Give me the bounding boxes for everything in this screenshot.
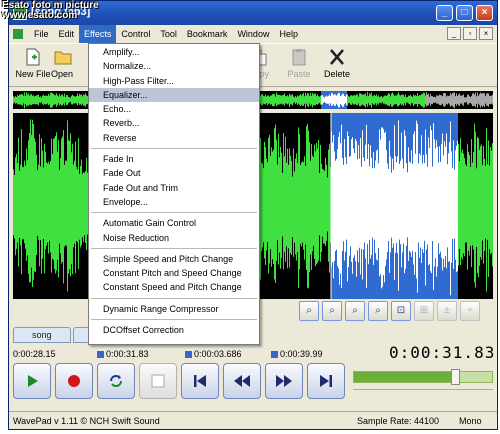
menu-effects[interactable]: Effects [79,25,117,43]
open-folder-icon [54,51,72,65]
zoom-fit-icon[interactable]: ⊡ [391,301,411,321]
stop-button[interactable] [139,363,177,399]
go-end-button[interactable] [307,363,345,399]
go-end-icon [320,375,332,387]
volume-slider[interactable] [353,363,493,399]
paste-icon [292,49,306,66]
menu-help[interactable]: Help [274,25,303,43]
document-icon[interactable] [13,29,23,39]
position-time: 0:00:28.15 [13,349,56,359]
menu-window[interactable]: Window [232,25,274,43]
menu-control[interactable]: Control [116,25,155,43]
selection-start-time: 0:00:31.83 [97,349,149,360]
open-label: Open [51,69,74,79]
paste-label: Paste [287,69,311,79]
menu-separator [91,148,257,150]
effects-menu-item-equalizer[interactable]: Equalizer... [89,87,259,103]
loop-button[interactable] [97,363,135,399]
effects-menu-item-constant-speed-and-pitch-change[interactable]: Constant Speed and Pitch Change [89,280,259,294]
fast-forward-icon [276,375,292,387]
volume-thumb[interactable] [451,369,461,385]
menu-file[interactable]: File [29,25,54,43]
effects-menu-item-dynamic-range-compressor[interactable]: Dynamic Range Compressor [89,302,259,316]
end-time: 0:00:39.99 [271,349,323,360]
menu-separator [91,247,257,249]
close-button[interactable]: × [476,5,493,21]
delete-label: Delete [323,69,350,79]
document-window-buttons: _ ▫ × [447,27,493,40]
effects-menu-item-envelope[interactable]: Envelope... [89,195,259,209]
volume-track[interactable] [353,371,493,383]
status-sample-rate: Sample Rate: 44100 [357,416,440,426]
doc-minimize-button[interactable]: _ [447,27,461,40]
effects-menu-item-fade-out-and-trim[interactable]: Fade Out and Trim [89,181,259,195]
transport-controls [13,363,345,399]
doc-close-button[interactable]: × [479,27,493,40]
loop-icon [110,375,122,387]
effects-menu-item-fade-in[interactable]: Fade In [89,152,259,166]
effects-menu-item-constant-pitch-and-speed-change[interactable]: Constant Pitch and Speed Change [89,266,259,280]
maximize-button[interactable]: □ [456,5,473,21]
record-button[interactable] [55,363,93,399]
copy-label: py [259,69,269,79]
zoom-out-icon[interactable]: ⌕ [299,301,319,321]
selection-length-time: 0:00:03.686 [185,349,242,360]
menu-separator [91,319,257,321]
time-readouts: 0:00:28.15 0:00:31.83 0:00:03.686 0:00:3… [13,349,353,361]
menu-separator [91,212,257,214]
effects-menu-item-amplify[interactable]: Amplify... [89,45,259,59]
volume-scale [353,389,493,397]
wavepad-window: ♪ [song.mp3] _ □ × File Edit Effects Con… [8,0,498,430]
minimize-button[interactable]: _ [436,5,453,21]
watermark: Esato foto m picture www.esato.com [2,1,99,21]
effects-menu-item-dcoffset-correction[interactable]: DCOffset Correction [89,323,259,337]
doc-restore-button[interactable]: ▫ [463,27,477,40]
delete-button[interactable]: Delete [315,47,359,79]
effects-menu-item-high-pass-filter[interactable]: High-Pass Filter... [89,74,259,88]
vertical-zoom-in-icon[interactable]: ⊞ [414,301,434,321]
effects-menu-item-reverse[interactable]: Reverse [89,131,259,145]
document-icon-slot [9,25,29,43]
play-button[interactable] [13,363,51,399]
vertical-zoom-reset-icon[interactable]: ÷ [460,301,480,321]
effects-menu-item-fade-out[interactable]: Fade Out [89,166,259,180]
zoom-full-icon[interactable]: ⌕ [368,301,388,321]
fast-forward-button[interactable] [265,363,303,399]
go-start-icon [194,375,206,387]
menu-bar: File Edit Effects Control Tool Bookmark … [9,25,497,43]
effects-menu-item-reverb[interactable]: Reverb... [89,116,259,130]
menu-tool[interactable]: Tool [155,25,182,43]
stop-icon [151,374,165,388]
effects-menu: Amplify... Normalize... High-Pass Filter..… [88,43,260,345]
effects-menu-item-noise-reduction[interactable]: Noise Reduction [89,231,259,245]
zoom-in-icon[interactable]: ⌕ [322,301,342,321]
effects-menu-item-simple-speed-and-pitch-change[interactable]: Simple Speed and Pitch Change [89,252,259,266]
menu-bookmark[interactable]: Bookmark [182,25,233,43]
rewind-icon [234,375,250,387]
status-app-info: WavePad v 1.11 © NCH Swift Sound [13,416,160,426]
tab-song[interactable]: song [13,327,71,343]
effects-menu-item-automatic-gain-control[interactable]: Automatic Gain Control [89,216,259,230]
rewind-button[interactable] [223,363,261,399]
watermark-line-2: www.esato.com [2,10,78,21]
vertical-zoom-out-icon[interactable]: ± [437,301,457,321]
current-time-display: 0:00:31.83 [389,343,496,362]
status-channels: Mono [459,416,482,426]
new-file-icon [26,48,40,66]
go-start-button[interactable] [181,363,219,399]
delete-x-icon [330,49,344,65]
volume-fill [354,372,455,382]
menu-edit[interactable]: Edit [54,25,80,43]
effects-menu-item-normalize[interactable]: Normalize... [89,59,259,73]
record-icon [68,375,80,387]
effects-menu-item-echo[interactable]: Echo... [89,102,259,116]
play-icon [28,375,38,387]
zoom-selection-icon[interactable]: ⌕ [345,301,365,321]
status-bar: WavePad v 1.11 © NCH Swift Sound Sample … [9,411,497,429]
new-file-label: New File [15,69,51,79]
menu-separator [91,297,257,299]
zoom-toolbar: ⌕ ⌕ ⌕ ⌕ ⊡ ⊞ ± ÷ [299,301,495,323]
open-button[interactable]: Open [49,47,79,79]
